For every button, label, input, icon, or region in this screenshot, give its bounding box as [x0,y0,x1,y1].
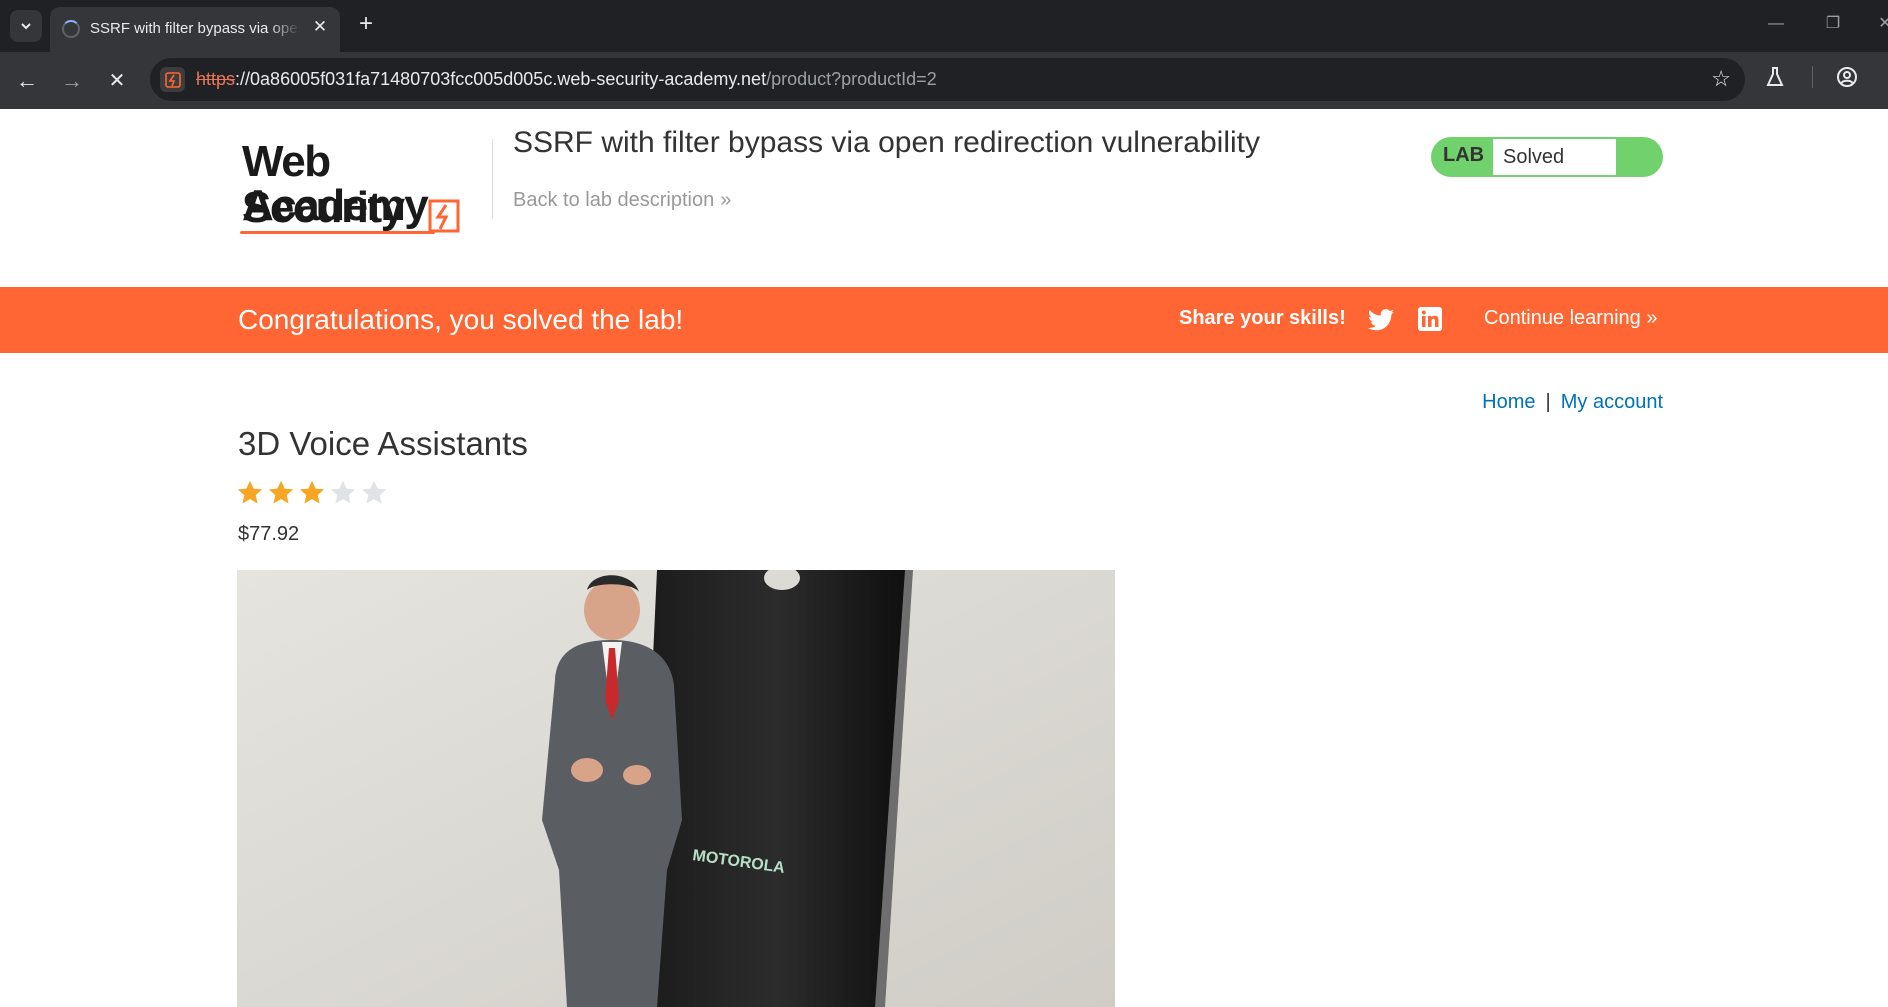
twitter-icon[interactable] [1368,308,1394,332]
back-to-lab-description-link[interactable]: Back to lab description» [513,189,731,212]
back-arrow-icon[interactable]: ← [10,64,44,98]
chevron-down-icon [21,23,31,30]
product-rating [236,479,391,509]
url-text[interactable]: https://0a86005f031fa71480703fcc005d005c… [196,69,937,90]
new-tab-button[interactable]: + [352,10,380,38]
stop-loading-icon[interactable]: ✕ [100,64,134,98]
browser-tab-bar: SSRF with filter bypass via open redirec… [0,0,1888,52]
web-page: Web Security Academy SSRF with filter by… [0,109,1888,1007]
forward-arrow-icon[interactable]: → [55,64,89,98]
labs-flask-icon[interactable] [1765,66,1785,94]
logo-underline [240,231,435,234]
star-filled-icon [299,480,325,504]
browser-tab-active[interactable]: SSRF with filter bypass via open redirec… [50,7,340,52]
restore-icon[interactable]: ❐ [1818,12,1848,36]
tab-title: SSRF with filter bypass via open redirec… [90,20,300,37]
product-price: $77.92 [238,523,300,545]
home-link[interactable]: Home [1482,391,1535,413]
product-photo-illustration: MOTOROLA [237,570,1115,1007]
account-nav: Home | My account [1482,391,1663,414]
nav-separator: | [1545,391,1551,413]
star-filled-icon [268,480,294,504]
product-image: MOTOROLA [237,570,1115,1007]
product-title: 3D Voice Assistants [238,425,528,462]
my-account-link[interactable]: My account [1561,391,1663,413]
header-divider [492,139,493,219]
continue-learning-link[interactable]: Continue learning » [1484,307,1657,330]
loading-spinner-icon [62,20,80,38]
back-link-label: Back to lab description [513,189,715,211]
lab-tag: LAB [1443,144,1485,166]
lab-status-box: Solved [1493,139,1616,175]
site-favicon-icon[interactable] [160,67,185,92]
continue-learning-label: Continue learning [1484,307,1641,329]
share-skills-label: Share your skills! [1179,307,1346,329]
double-chevron-right-icon: » [1646,307,1658,329]
bookmark-star-icon[interactable]: ☆ [1711,66,1731,92]
linkedin-icon[interactable] [1418,307,1442,331]
minimize-icon[interactable]: — [1761,12,1791,36]
toolbar-divider [1812,66,1813,88]
star-empty-icon [361,480,387,504]
congratulations-banner: Congratulations, you solved the lab! Sha… [0,287,1888,353]
banner-message: Congratulations, you solved the lab! [238,304,684,335]
url-scheme: https [196,69,236,89]
lab-title: SSRF with filter bypass via open redirec… [513,126,1260,159]
tab-close-icon[interactable]: ✕ [310,17,330,37]
web-security-academy-logo[interactable]: Web Security Academy [238,131,490,234]
lab-status-text: Solved [1503,146,1565,168]
url-host: ://0a86005f031fa71480703fcc005d005c.web-… [235,69,767,89]
url-path: /product?productId=2 [766,69,937,89]
logo-text-line2: Academy [242,181,429,230]
address-bar[interactable]: https://0a86005f031fa71480703fcc005d005c… [150,58,1745,101]
star-filled-icon [237,480,263,504]
window-close-icon[interactable]: ✕ [1870,12,1888,36]
lab-status-badge: LAB Solved [1431,137,1663,177]
logo-bolt-icon [428,199,460,233]
profile-avatar-icon[interactable] [1836,66,1858,94]
tab-search-button[interactable] [10,10,42,42]
double-chevron-right-icon: » [720,189,732,211]
star-empty-icon [330,480,356,504]
browser-toolbar: ← → ✕ https://0a86005f031fa71480703fcc00… [0,52,1888,109]
